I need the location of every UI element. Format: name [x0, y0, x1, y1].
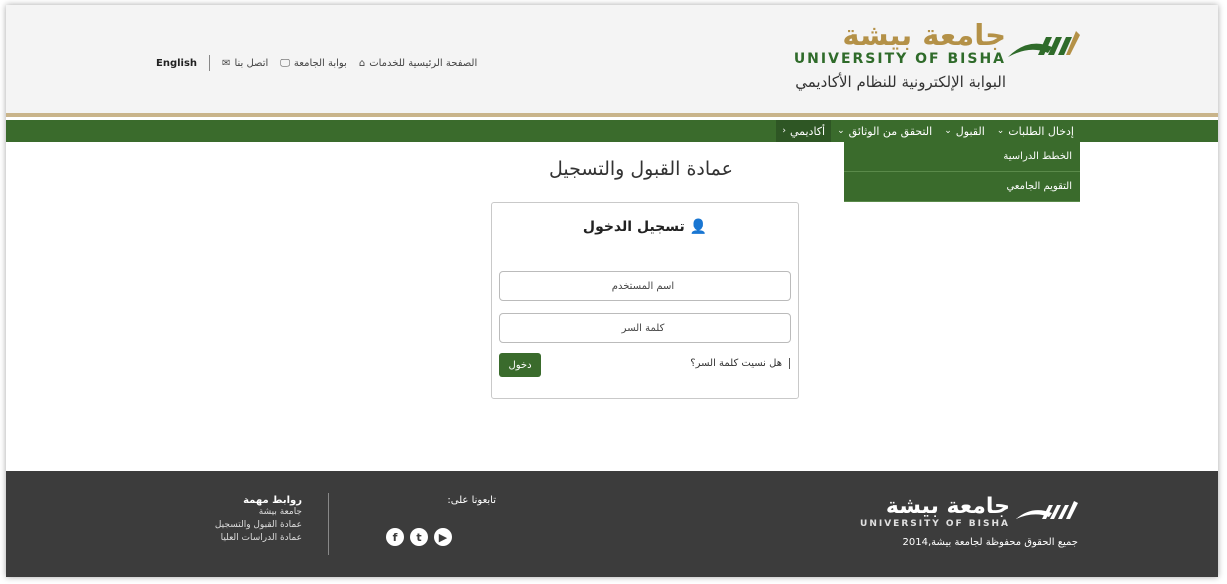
nav-item-document-verification[interactable]: التحقق من الوثائق ⌄ — [831, 120, 938, 142]
university-logo-icon — [1008, 31, 1080, 57]
divider — [209, 55, 211, 71]
nav-item-academic[interactable]: أكاديمي ‹ — [776, 120, 832, 142]
university-portal-link[interactable]: 🖵 بوابة الجامعة — [280, 58, 347, 69]
university-portal-label: بوابة الجامعة — [293, 57, 347, 69]
important-links: روابط مهمة جامعة بيشة عمادة القبول والتس… — [156, 495, 302, 545]
youtube-icon[interactable]: ▶ — [434, 528, 452, 546]
nav-item-academic-label: أكاديمي — [789, 124, 826, 138]
dropdown-item-academic-calendar[interactable]: التقويم الجامعي — [844, 172, 1080, 202]
login-title: 👤 تسجيل الدخول — [492, 219, 798, 235]
footer-brand: جامعة بيشة UNIVERSITY OF BISHA — [860, 494, 1010, 530]
page-title: عمادة القبول والتسجيل — [549, 158, 733, 180]
chevron-down-icon: ⌄ — [944, 126, 952, 136]
nav-item-admission-label: القبول — [955, 124, 985, 138]
follow-us-title: تابعونا على: — [447, 495, 496, 506]
page-frame: جامعة بيشة UNIVERSITY OF BISHA البوابة ا… — [6, 5, 1218, 577]
monitor-icon: 🖵 — [280, 57, 290, 69]
chevron-left-icon: ‹ — [782, 126, 786, 136]
social-links: f t ▶ — [386, 528, 496, 546]
chevron-down-icon: ⌄ — [996, 126, 1005, 136]
main-nav: أكاديمي ‹ التحقق من الوثائق ⌄ القبول ⌄ إ… — [6, 120, 1218, 142]
site-footer: جامعة بيشة UNIVERSITY OF BISHA جميع الحق… — [6, 471, 1218, 577]
brand-block: جامعة بيشة UNIVERSITY OF BISHA البوابة ا… — [794, 19, 1006, 91]
portal-title: البوابة الإلكترونية للنظام الأكاديمي — [795, 73, 1006, 91]
footer-link-admission[interactable]: عمادة القبول والتسجيل — [156, 519, 302, 532]
nav-item-admission[interactable]: القبول ⌄ — [938, 120, 991, 142]
username-field — [496, 271, 791, 301]
footer-brand-ar: جامعة بيشة — [885, 494, 1010, 519]
important-links-title: روابط مهمة — [243, 495, 302, 506]
academic-dropdown: الخطط الدراسية التقويم الجامعي — [844, 142, 1080, 202]
site-header: جامعة بيشة UNIVERSITY OF BISHA البوابة ا… — [6, 5, 1218, 117]
copyright: جميع الحقوق محفوظة لجامعة بيشة,2014 — [902, 537, 1078, 548]
footer-link-university[interactable]: جامعة بيشة — [156, 506, 302, 519]
login-panel: 👤 تسجيل الدخول هل نسيت كلمة السر؟ دخول — [491, 202, 799, 399]
top-links: English ✉ اتصل بنا 🖵 بوابة الجامعة ⌂ الص… — [156, 55, 477, 71]
home-icon: ⌂ — [358, 57, 366, 69]
twitter-icon[interactable]: t — [410, 528, 428, 546]
brand-name-en: UNIVERSITY OF BISHA — [793, 51, 1006, 67]
login-title-label: تسجيل الدخول — [582, 219, 685, 235]
user-icon: 👤 — [689, 219, 708, 235]
chevron-down-icon: ⌄ — [837, 126, 845, 136]
dropdown-item-study-plans[interactable]: الخطط الدراسية — [844, 142, 1080, 172]
password-field — [496, 313, 791, 343]
contact-link-label: اتصل بنا — [234, 57, 269, 69]
brand-name-ar: جامعة بيشة — [842, 18, 1006, 52]
english-link[interactable]: English — [156, 58, 197, 69]
envelope-icon: ✉ — [222, 57, 231, 69]
login-button[interactable]: دخول — [499, 353, 541, 377]
nav-item-applications-label: إدخال الطلبات — [1008, 124, 1074, 138]
footer-logo-icon — [1016, 501, 1078, 519]
nav-items: أكاديمي ‹ التحقق من الوثائق ⌄ القبول ⌄ إ… — [776, 120, 1080, 142]
services-home-label: الصفحة الرئيسية للخدمات — [369, 57, 478, 69]
forgot-password-link[interactable]: هل نسيت كلمة السر؟ — [690, 358, 790, 369]
contact-link[interactable]: ✉ اتصل بنا — [222, 58, 268, 69]
username-input[interactable] — [496, 272, 790, 300]
facebook-icon[interactable]: f — [386, 528, 404, 546]
nav-item-verification-label: التحقق من الوثائق — [848, 124, 933, 138]
footer-brand-en: UNIVERSITY OF BISHA — [860, 519, 1010, 529]
follow-us: تابعونا على: f t ▶ — [386, 495, 496, 546]
footer-link-graduate-studies[interactable]: عمادة الدراسات العليا — [156, 532, 302, 545]
password-input[interactable] — [496, 314, 790, 342]
divider — [328, 493, 329, 555]
services-home-link[interactable]: ⌂ الصفحة الرئيسية للخدمات — [359, 58, 477, 69]
nav-item-applications[interactable]: إدخال الطلبات ⌄ — [991, 120, 1080, 142]
